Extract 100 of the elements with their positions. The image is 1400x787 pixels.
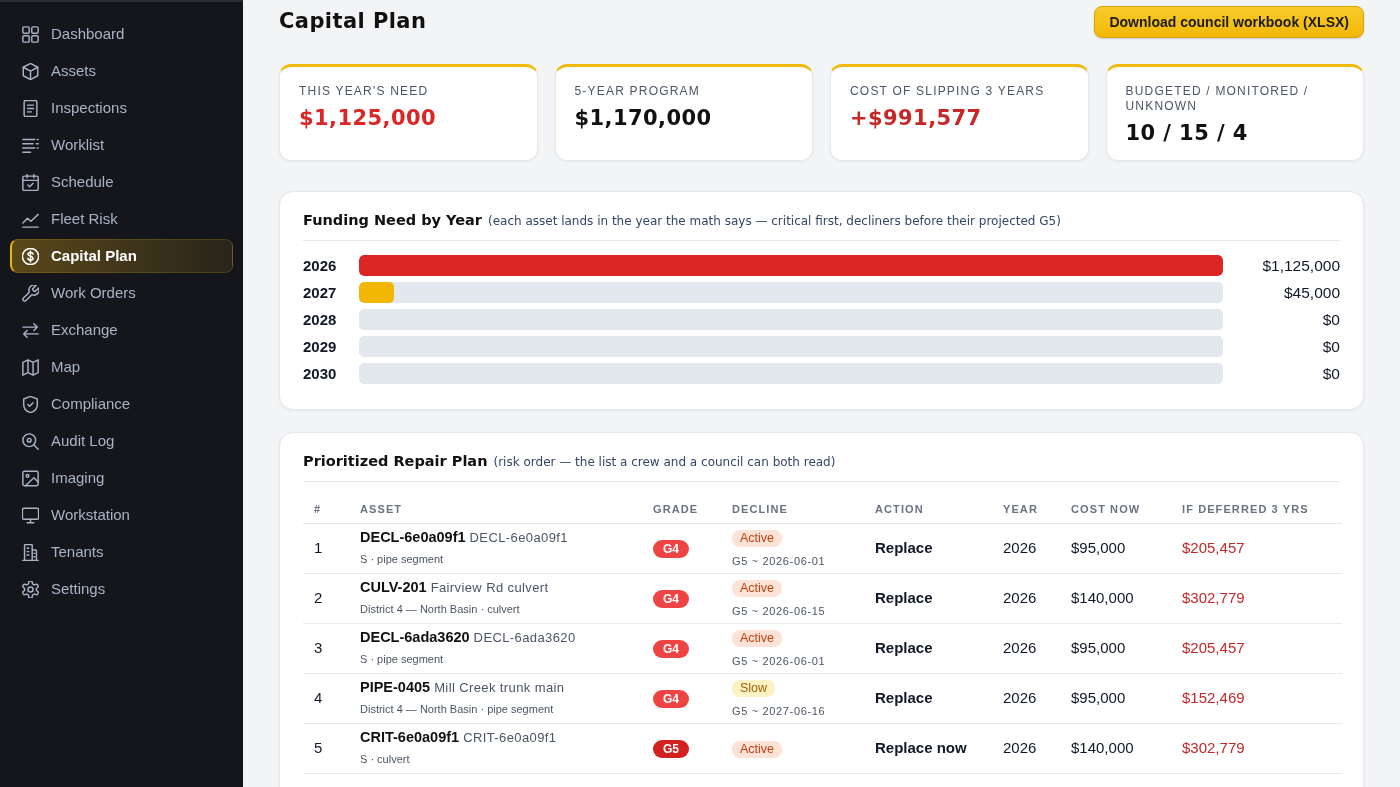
settings-icon: [22, 580, 39, 598]
column-header: ACTION: [875, 503, 924, 515]
row-number: 3: [314, 639, 323, 657]
asset-name: CRIT-6e0a09f1: [463, 729, 557, 745]
sidebar-item[interactable]: Audit Log: [10, 424, 233, 458]
year-label: 2028: [303, 310, 337, 330]
deferred-cost: $205,457: [1182, 539, 1245, 557]
status-badge: Slow: [732, 680, 776, 697]
page-title: Capital Plan: [279, 9, 427, 35]
asset-name: DECL-6ada3620: [473, 629, 576, 645]
plan-year: 2026: [1003, 689, 1037, 707]
row-number: 1: [314, 539, 323, 557]
kpi-value: 10 / 15 / 4: [1125, 120, 1249, 146]
sidebar-item[interactable]: Assets: [10, 54, 233, 88]
deferred-cost: $302,779: [1182, 589, 1245, 607]
grade-badge: G4: [653, 690, 689, 709]
status-badge: Active: [732, 530, 783, 547]
column-header: DECLINE: [732, 503, 788, 515]
sidebar-item[interactable]: Fleet Risk: [10, 202, 233, 236]
grade-badge: G5: [653, 740, 689, 759]
asset-location: District 4 — North Basin · pipe segment: [360, 701, 554, 716]
sidebar-item[interactable]: Inspections: [10, 91, 233, 125]
row-number: 5: [314, 739, 323, 757]
kpi-label: BUDGETED / MONITORED / UNKNOWN: [1125, 84, 1310, 114]
sidebar-item[interactable]: Exchange: [10, 313, 233, 347]
action-label: Replace: [875, 689, 933, 707]
kpi-label: COST OF SLIPPING 3 YEARS: [850, 84, 1046, 99]
kpi-value: +$991,577: [850, 105, 983, 131]
action-label: Replace: [875, 539, 933, 557]
deferred-cost: $152,469: [1182, 689, 1245, 707]
row-number: 2: [314, 589, 323, 607]
action-label: Replace now: [875, 739, 967, 757]
image-icon: [22, 469, 39, 487]
grade-badge: G4: [653, 540, 689, 559]
asset-id: PIPE-0405: [360, 678, 431, 695]
cost-now: $140,000: [1071, 739, 1134, 757]
grid-icon: [22, 25, 39, 43]
decline-date: G5 ~ 2026-06-01: [732, 553, 826, 568]
decline-date: G5 ~ 2026-06-15: [732, 603, 826, 618]
column-header: IF DEFERRED 3 YRS: [1182, 503, 1309, 515]
building-icon: [22, 543, 39, 561]
sidebar-item[interactable]: Work Orders: [10, 276, 233, 310]
column-header: GRADE: [653, 503, 699, 515]
action-label: Replace: [875, 639, 933, 657]
map-icon: [22, 358, 39, 376]
row-number: 4: [314, 689, 323, 707]
sidebar-item[interactable]: Compliance: [10, 387, 233, 421]
document-icon: [22, 99, 39, 117]
cost-now: $95,000: [1071, 639, 1126, 657]
cost-now: $95,000: [1071, 539, 1126, 557]
deferred-cost: $302,779: [1182, 739, 1245, 757]
column-header: #: [314, 503, 322, 515]
asset-name: DECL-6e0a09f1: [469, 529, 568, 545]
wrench-icon: [22, 284, 39, 302]
decline-date: G5 ~ 2026-06-01: [732, 653, 826, 668]
sidebar-item[interactable]: Imaging: [10, 461, 233, 495]
section-note: (each asset lands in the year the math says — critical first, decliners before their projected G5): [488, 213, 1061, 230]
column-header: YEAR: [1003, 503, 1038, 515]
asset-id: DECL-6e0a09f1: [360, 528, 466, 545]
shield-check-icon: [22, 395, 39, 413]
grade-badge: G4: [653, 590, 689, 609]
column-header: COST NOW: [1071, 503, 1141, 515]
section-note: (risk order — the list a crew and a council can both read): [493, 454, 836, 471]
kpi-label: 5-YEAR PROGRAM: [574, 84, 701, 99]
asset-location: S · pipe segment: [360, 551, 444, 566]
cost-now: $95,000: [1071, 689, 1126, 707]
asset-name: Fairview Rd culvert: [430, 579, 549, 595]
year-label: 2029: [303, 337, 337, 357]
status-badge: Active: [732, 630, 783, 647]
decline-date: G5 ~ 2027-06-16: [732, 703, 826, 718]
kpi-value: $1,125,000: [299, 105, 438, 131]
asset-id: CRIT-6e0a09f1: [360, 728, 460, 745]
asset-location: District 4 — North Basin · culvert: [360, 601, 520, 616]
sidebar-item[interactable]: Map: [10, 350, 233, 384]
plan-year: 2026: [1003, 539, 1037, 557]
asset-id: DECL-6ada3620: [360, 628, 470, 645]
swap-arrows-icon: [22, 321, 39, 339]
year-label: 2027: [303, 283, 337, 303]
list-icon: [22, 136, 39, 154]
sidebar-item[interactable]: Dashboard: [10, 17, 233, 51]
sidebar-item[interactable]: Tenants: [10, 535, 233, 569]
sidebar-item[interactable]: Workstation: [10, 498, 233, 532]
section-title: Funding Need by Year: [303, 211, 482, 230]
plan-year: 2026: [1003, 639, 1037, 657]
calendar-check-icon: [22, 173, 39, 191]
sidebar-item[interactable]: Settings: [10, 572, 233, 606]
asset-location: S · culvert: [360, 751, 410, 766]
sidebar-item[interactable]: Capital Plan: [10, 239, 233, 273]
year-label: 2030: [303, 364, 337, 384]
section-title: Prioritized Repair Plan: [303, 452, 488, 471]
amount-label: $0: [1322, 310, 1340, 330]
sidebar-item[interactable]: Schedule: [10, 165, 233, 199]
column-header: ASSET: [360, 503, 403, 515]
action-label: Replace: [875, 589, 933, 607]
asset-name: Mill Creek trunk main: [434, 679, 565, 695]
sidebar-item[interactable]: Worklist: [10, 128, 233, 162]
grade-badge: G4: [653, 640, 689, 659]
download-button[interactable]: Download council workbook (XLSX): [1094, 6, 1364, 38]
status-badge: Active: [732, 580, 783, 597]
search-icon: [22, 432, 39, 450]
